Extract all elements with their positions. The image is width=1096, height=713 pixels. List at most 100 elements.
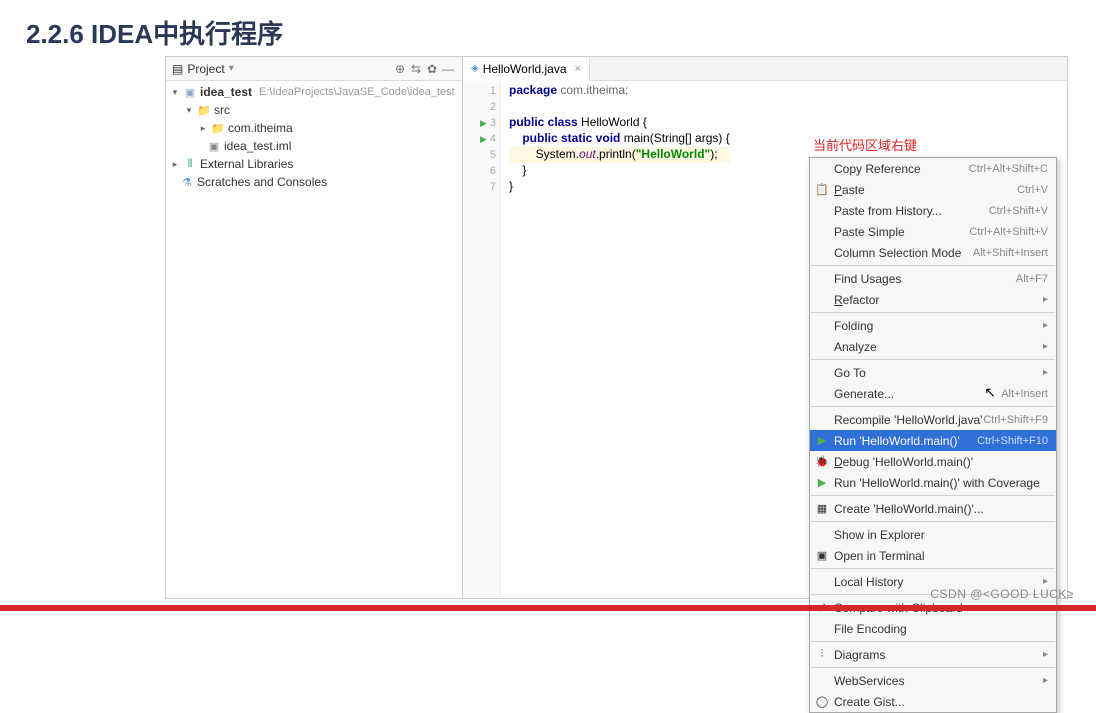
menu-paste-history[interactable]: Paste from History...Ctrl+Shift+V xyxy=(810,200,1056,221)
menu-debug[interactable]: 🐞Debug 'HelloWorld.main()' xyxy=(810,451,1056,472)
menu-copy-reference[interactable]: Copy ReferenceCtrl+Alt+Shift+C xyxy=(810,158,1056,179)
tree-external-libs[interactable]: ▸ ⫴ External Libraries xyxy=(166,155,462,173)
tree-label: idea_test xyxy=(200,85,252,99)
menu-create-gist[interactable]: ◯Create Gist... xyxy=(810,691,1056,712)
project-tree[interactable]: ▾ ▣ idea_test E:\IdeaProjects\JavaSE_Cod… xyxy=(166,81,462,598)
line-number: 7 xyxy=(490,181,496,193)
code-content[interactable]: package com.itheima; public class HelloW… xyxy=(501,81,730,598)
menu-separator xyxy=(811,406,1055,407)
target-icon[interactable]: ⊕ xyxy=(392,62,408,76)
line-number: 3 xyxy=(490,117,496,129)
line-number: 2 xyxy=(490,101,496,113)
project-tool-icon: ▤ xyxy=(172,62,183,76)
menu-find-usages[interactable]: Find UsagesAlt+F7 xyxy=(810,268,1056,289)
line-number: 1 xyxy=(490,85,496,97)
chevron-right-icon: ▸ xyxy=(1043,320,1048,331)
menu-separator xyxy=(811,521,1055,522)
paste-icon: 📋 xyxy=(814,183,830,196)
expand-icon[interactable]: ▾ xyxy=(184,105,194,116)
gear-icon[interactable]: ✿ xyxy=(424,62,440,76)
annotation-text: 当前代码区域右键 xyxy=(813,135,917,154)
ide-window: ▤ Project ▾ ⊕ ⇆ ✿ — ▾ ▣ idea_test E:\Ide… xyxy=(165,56,1068,599)
menu-column-selection[interactable]: Column Selection ModeAlt+Shift+Insert xyxy=(810,242,1056,263)
library-icon: ⫴ xyxy=(183,158,197,171)
project-dropdown-icon[interactable]: ▾ xyxy=(229,63,234,74)
folder-icon: 📁 xyxy=(197,104,211,117)
chevron-right-icon: ▸ xyxy=(1043,341,1048,352)
tree-label: External Libraries xyxy=(200,157,293,171)
menu-separator xyxy=(811,359,1055,360)
editor-tab-bar: ◈ HelloWorld.java × xyxy=(463,57,1067,81)
module-icon: ▣ xyxy=(183,86,197,99)
expand-icon[interactable]: ▸ xyxy=(198,123,208,134)
java-file-icon: ◈ xyxy=(471,63,479,74)
menu-separator xyxy=(811,312,1055,313)
menu-separator xyxy=(811,495,1055,496)
iml-icon: ▣ xyxy=(207,140,221,153)
menu-analyze[interactable]: Analyze▸ xyxy=(810,336,1056,357)
tree-src[interactable]: ▾ 📁 src xyxy=(166,101,462,119)
run-gutter-icon[interactable]: ▶ xyxy=(480,134,487,145)
menu-generate[interactable]: Generate...Alt+Insert xyxy=(810,383,1056,404)
project-panel: ▤ Project ▾ ⊕ ⇆ ✿ — ▾ ▣ idea_test E:\Ide… xyxy=(166,57,463,598)
menu-paste-simple[interactable]: Paste SimpleCtrl+Alt+Shift+V xyxy=(810,221,1056,242)
coverage-icon: ▶ xyxy=(814,476,830,489)
tree-label: idea_test.iml xyxy=(224,139,291,153)
menu-separator xyxy=(811,568,1055,569)
tree-label: src xyxy=(214,103,230,117)
gutter: 1 2 ▶3 ▶4 5 6 7 xyxy=(463,81,501,598)
menu-refactor[interactable]: Refactor▸ xyxy=(810,289,1056,310)
project-panel-title[interactable]: Project xyxy=(187,62,224,76)
line-number: 4 xyxy=(490,133,496,145)
menu-paste[interactable]: 📋PasteCtrl+V xyxy=(810,179,1056,200)
menu-folding[interactable]: Folding▸ xyxy=(810,315,1056,336)
line-number: 6 xyxy=(490,165,496,177)
menu-file-encoding[interactable]: File Encoding xyxy=(810,618,1056,639)
tree-label: com.itheima xyxy=(228,121,293,135)
menu-webservices[interactable]: WebServices▸ xyxy=(810,670,1056,691)
package-icon: 📁 xyxy=(211,122,225,135)
scratches-icon: ⚗ xyxy=(180,176,194,189)
run-gutter-icon[interactable]: ▶ xyxy=(480,118,487,129)
project-panel-header: ▤ Project ▾ ⊕ ⇆ ✿ — xyxy=(166,57,462,81)
watermark: CSDN @<GOOD LUCK≥ xyxy=(930,587,1074,601)
footer-bar xyxy=(0,605,1096,611)
chevron-right-icon: ▸ xyxy=(1043,576,1048,587)
menu-separator xyxy=(811,265,1055,266)
tree-package[interactable]: ▸ 📁 com.itheima xyxy=(166,119,462,137)
expand-icon[interactable]: ▾ xyxy=(170,87,180,98)
tree-root[interactable]: ▾ ▣ idea_test E:\IdeaProjects\JavaSE_Cod… xyxy=(166,83,462,101)
chevron-right-icon: ▸ xyxy=(1043,294,1048,305)
expand-icon[interactable]: ▸ xyxy=(170,159,180,170)
editor-area: ◈ HelloWorld.java × 1 2 ▶3 ▶4 5 6 7 pack… xyxy=(463,57,1067,598)
context-menu: Copy ReferenceCtrl+Alt+Shift+C 📋PasteCtr… xyxy=(809,157,1057,713)
menu-show-explorer[interactable]: Show in Explorer xyxy=(810,524,1056,545)
line-number: 5 xyxy=(490,149,496,161)
page-heading: 2.2.6 IDEA中执行程序 xyxy=(0,0,1096,63)
tree-path: E:\IdeaProjects\JavaSE_Code\idea_test xyxy=(259,86,455,98)
github-icon: ◯ xyxy=(814,695,830,708)
chevron-right-icon: ▸ xyxy=(1043,367,1048,378)
menu-open-terminal[interactable]: ▣Open in Terminal xyxy=(810,545,1056,566)
collapse-icon[interactable]: ⇆ xyxy=(408,62,424,76)
tree-iml[interactable]: ▣ idea_test.iml xyxy=(166,137,462,155)
menu-diagrams[interactable]: ⫶Diagrams▸ xyxy=(810,644,1056,665)
tree-scratches[interactable]: ⚗ Scratches and Consoles xyxy=(166,173,462,191)
chevron-right-icon: ▸ xyxy=(1043,649,1048,660)
hide-icon[interactable]: — xyxy=(440,62,456,76)
editor-tab[interactable]: ◈ HelloWorld.java × xyxy=(463,57,590,81)
config-icon: ▦ xyxy=(814,502,830,515)
chevron-right-icon: ▸ xyxy=(1043,675,1048,686)
debug-icon: 🐞 xyxy=(814,455,830,468)
menu-goto[interactable]: Go To▸ xyxy=(810,362,1056,383)
menu-recompile[interactable]: Recompile 'HelloWorld.java'Ctrl+Shift+F9 xyxy=(810,409,1056,430)
tree-label: Scratches and Consoles xyxy=(197,175,327,189)
close-icon[interactable]: × xyxy=(575,63,581,75)
diagram-icon: ⫶ xyxy=(814,648,830,661)
menu-run[interactable]: ▶Run 'HelloWorld.main()'Ctrl+Shift+F10 xyxy=(810,430,1056,451)
tab-label: HelloWorld.java xyxy=(483,62,567,76)
run-icon: ▶ xyxy=(814,434,830,447)
terminal-icon: ▣ xyxy=(814,549,830,562)
menu-coverage[interactable]: ▶Run 'HelloWorld.main()' with Coverage xyxy=(810,472,1056,493)
menu-create-config[interactable]: ▦Create 'HelloWorld.main()'... xyxy=(810,498,1056,519)
